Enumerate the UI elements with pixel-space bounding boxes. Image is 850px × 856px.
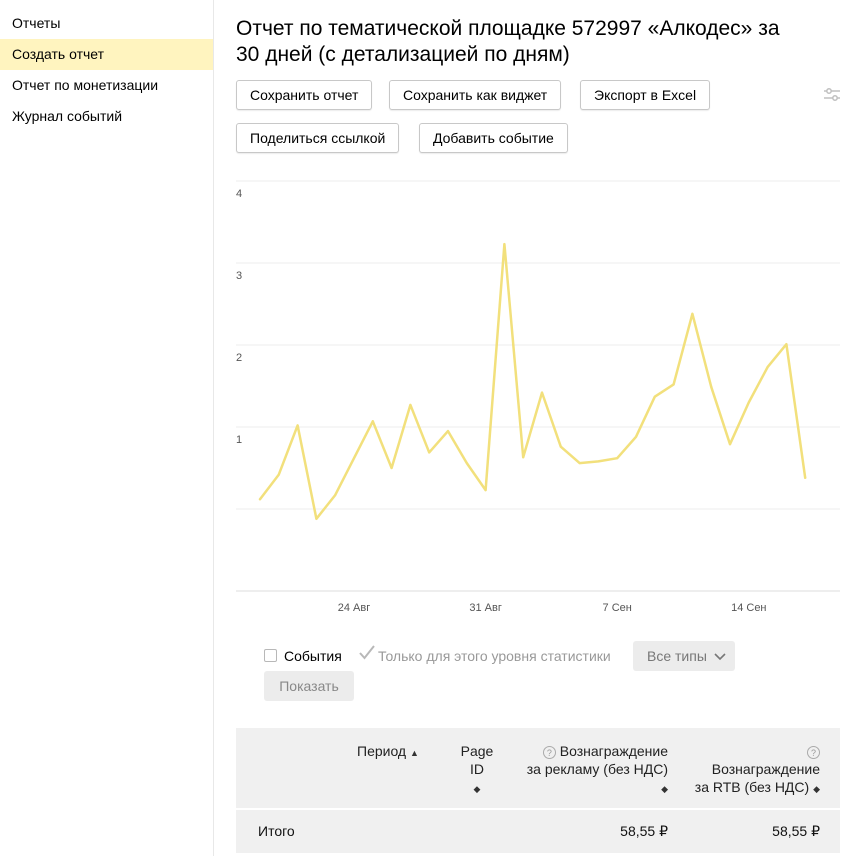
chart-y-ticks: 12345 — [236, 188, 242, 446]
table-total-row: Итого 58,55 ₽ 58,55 ₽ — [236, 810, 840, 853]
main-content: Отчет по тематической площадке 572997 «А… — [236, 0, 850, 856]
chart-data-point — [729, 443, 731, 446]
events-checkbox[interactable] — [264, 649, 277, 662]
column-period-label: Период — [357, 743, 407, 759]
sort-both-icon: ◆ — [473, 784, 481, 794]
chart-data-point — [465, 462, 468, 465]
save-as-widget-button[interactable]: Сохранить как виджет — [389, 80, 562, 110]
chart-x-ticks: 24 Авг 31 Авг 7 Сен 14 Сен — [338, 602, 767, 614]
sliders-icon[interactable] — [822, 86, 842, 104]
chart-data-point — [747, 401, 750, 404]
chart-data-point — [766, 366, 769, 369]
sidebar-item-event-log[interactable]: Журнал событий — [0, 101, 213, 132]
column-reward-ads[interactable]: ? Вознаграждение за рекламу (без НДС) ◆ — [518, 742, 668, 798]
chart-series-line — [258, 242, 807, 521]
add-event-button[interactable]: Добавить событие — [419, 123, 568, 153]
chart-data-point — [597, 460, 600, 463]
total-label: Итого — [258, 823, 295, 839]
chart-data-point — [635, 435, 637, 438]
column-page-id[interactable]: Page ID ◆ — [452, 742, 502, 798]
chart-y-tick-label: 3 — [236, 270, 242, 282]
chart-data-point — [578, 462, 581, 465]
filters-panel: События Только для этого уровня статисти… — [264, 641, 824, 705]
chart-grid — [236, 180, 840, 592]
sort-both-icon: ◆ — [813, 784, 820, 794]
chart-data-point — [390, 467, 393, 469]
chart-data-point — [672, 383, 675, 386]
chart-data-point — [522, 456, 525, 459]
sidebar: Отчеты Создать отчет Отчет по монетизаци… — [0, 0, 214, 856]
chart-x-tick-label: 31 Авг — [469, 602, 501, 614]
total-reward-ads: 58,55 ₽ — [620, 823, 668, 839]
chart-y-tick-label: 1 — [236, 434, 242, 446]
column-reward-ads-label-2: за рекламу (без НДС) — [526, 761, 668, 777]
sidebar-item-create-report[interactable]: Создать отчет — [0, 39, 213, 70]
page-title-line2: 30 дней (с детализацией по дням) — [236, 43, 570, 66]
checkmark-icon[interactable] — [358, 644, 376, 662]
sort-asc-icon: ▲ — [410, 748, 419, 758]
column-reward-ads-label-1: Вознаграждение — [559, 743, 668, 759]
column-reward-rtb-label-1: Вознаграждение — [711, 761, 820, 777]
chart-x-tick-label: 24 Авг — [338, 602, 370, 614]
chart-data-point — [484, 489, 487, 492]
event-types-value: Все типы — [647, 648, 707, 664]
column-page-id-label: Page ID — [460, 743, 494, 777]
page-title: Отчет по тематической площадке 572997 «А… — [236, 16, 826, 68]
chart-data-point — [616, 457, 619, 460]
sort-both-icon: ◆ — [661, 784, 668, 794]
chart-data-point — [315, 517, 318, 520]
help-icon[interactable]: ? — [807, 745, 820, 759]
chart-data-point — [353, 457, 355, 460]
events-label: События — [284, 648, 342, 664]
table-header: Период ▲ Page ID ◆ ? Вознаграждение за р… — [236, 728, 840, 808]
chart-y-tick-label: 2 — [236, 352, 242, 364]
chart-data-point — [503, 243, 506, 246]
column-reward-rtb-label-2: за RTB (без НДС) — [694, 779, 810, 795]
chevron-down-icon — [714, 653, 726, 661]
chart-data-point — [447, 430, 449, 433]
chart-data-point — [371, 420, 374, 423]
chart-points — [259, 243, 807, 520]
chart-data-point — [653, 395, 656, 398]
share-link-button[interactable]: Поделиться ссылкой — [236, 123, 400, 153]
sidebar-item-reports[interactable]: Отчеты — [0, 8, 213, 39]
stats-table: Период ▲ Page ID ◆ ? Вознаграждение за р… — [236, 728, 840, 853]
total-reward-rtb: 58,55 ₽ — [772, 823, 820, 839]
chart-data-point — [334, 494, 337, 497]
column-period[interactable]: Период ▲ — [357, 742, 419, 762]
page-title-line1: Отчет по тематической площадке 572997 «А… — [236, 17, 780, 40]
chart-data-point — [691, 312, 694, 315]
event-types-select[interactable]: Все типы — [633, 641, 735, 671]
sidebar-item-monetization-report[interactable]: Отчет по монетизации — [0, 70, 213, 101]
chart-data-point — [277, 473, 280, 476]
chart-data-point — [785, 343, 788, 346]
chart-data-point — [428, 451, 431, 454]
show-button[interactable]: Показать — [264, 671, 354, 701]
level-only-label: Только для этого уровня статистики — [378, 648, 611, 664]
chart-data-point — [559, 445, 562, 448]
chart-data-point — [409, 403, 412, 406]
help-icon[interactable]: ? — [542, 745, 556, 759]
chart-y-tick-label: 4 — [236, 188, 242, 200]
chart-data-point — [804, 476, 807, 479]
chart-data-point — [710, 385, 713, 388]
chart-data-point — [541, 391, 543, 394]
chart-data-point — [259, 498, 261, 501]
line-chart: 12345 24 Авг31 Авг7 Сен14 Сен — [236, 180, 840, 614]
save-report-button[interactable]: Сохранить отчет — [236, 80, 373, 110]
chart-data-point — [296, 424, 299, 427]
export-excel-button[interactable]: Экспорт в Excel — [580, 80, 711, 110]
chart-x-tick-label: 7 Сен — [603, 602, 632, 614]
chart-x-tick-label: 14 Сен — [731, 602, 766, 614]
column-reward-rtb[interactable]: ? Вознаграждение за RTB (без НДС) ◆ — [676, 742, 820, 798]
